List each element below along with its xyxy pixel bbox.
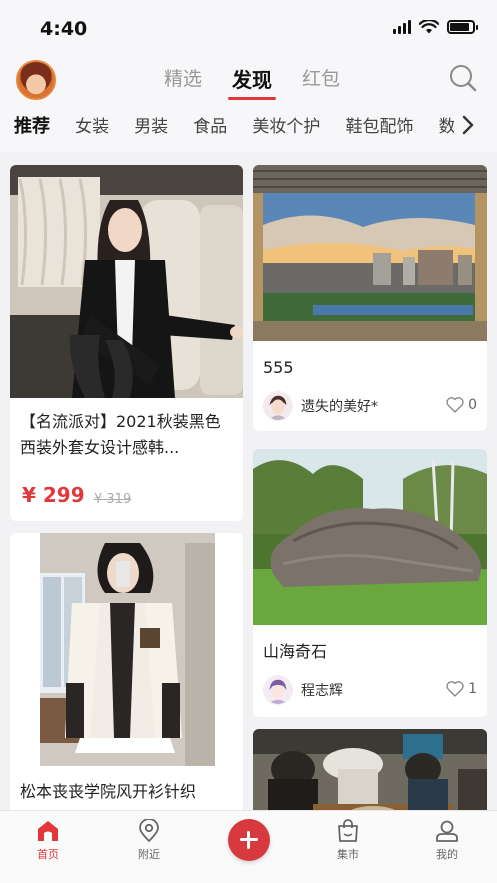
- post-author[interactable]: 遗失的美好*: [263, 391, 378, 421]
- nav-nearby[interactable]: 附近: [119, 819, 179, 862]
- search-icon[interactable]: [449, 64, 477, 92]
- category-row: 推荐 女装 男装 食品 美妆个护 鞋包配饰 数: [14, 112, 454, 142]
- post-title: 山海奇石: [263, 642, 328, 661]
- nav-home[interactable]: 首页: [18, 819, 78, 862]
- product-title: 【名流派对】2021秋装黑色西装外套女设计感韩...: [20, 412, 221, 457]
- status-time: 4:40: [40, 18, 88, 40]
- tab-discover[interactable]: 发现: [228, 64, 277, 100]
- publish-button[interactable]: [228, 819, 270, 861]
- nav-nearby-label: 附近: [138, 848, 160, 861]
- product-price: ¥ 299: [22, 483, 85, 507]
- restaurant-photo: [253, 729, 487, 810]
- author-name: 遗失的美好*: [301, 399, 378, 415]
- battery-icon: [447, 20, 478, 34]
- woman-black-blazer-photo: [10, 165, 243, 398]
- user-icon: [436, 820, 458, 842]
- post-card[interactable]: 山海奇石 程志辉 1: [253, 449, 487, 717]
- like-count: 0: [468, 397, 477, 413]
- feed: 【名流派对】2021秋装黑色西装外套女设计感韩... ¥ 299 ¥ 319 松…: [0, 152, 497, 810]
- category-beauty[interactable]: 美妆个护: [252, 112, 320, 137]
- location-icon: [139, 819, 159, 843]
- nav-market[interactable]: 集市: [318, 819, 378, 862]
- like-button[interactable]: 0: [446, 397, 477, 413]
- category-digital[interactable]: 数: [439, 112, 454, 137]
- city-view-photo: [253, 165, 487, 341]
- product-card[interactable]: 【名流派对】2021秋装黑色西装外套女设计感韩... ¥ 299 ¥ 319: [10, 165, 243, 521]
- top-tabs: 精选 发现 红包: [160, 64, 344, 100]
- bottom-nav: 首页 附近 集市 我的: [0, 810, 497, 883]
- heart-icon: [446, 397, 464, 413]
- category-men[interactable]: 男装: [134, 112, 168, 137]
- nav-market-label: 集市: [337, 848, 359, 861]
- post-title: 555: [263, 358, 294, 377]
- category-food[interactable]: 食品: [193, 112, 227, 137]
- nav-me[interactable]: 我的: [417, 819, 477, 862]
- nav-home-label: 首页: [37, 848, 59, 861]
- my-avatar[interactable]: [16, 60, 56, 100]
- like-count: 1: [468, 681, 477, 697]
- nav-me-label: 我的: [436, 848, 458, 861]
- wifi-icon: [419, 20, 439, 34]
- author-avatar: [263, 675, 293, 705]
- like-button[interactable]: 1: [446, 681, 477, 697]
- status-icons: [393, 20, 478, 34]
- signal-icon: [393, 20, 411, 34]
- home-icon: [38, 821, 58, 841]
- category-shoes-bags[interactable]: 鞋包配饰: [345, 112, 413, 137]
- status-bar: 4:40: [0, 0, 497, 56]
- category-women[interactable]: 女装: [75, 112, 109, 137]
- rock-garden-photo: [253, 449, 487, 625]
- category-recommend[interactable]: 推荐: [14, 112, 50, 138]
- woman-cardigan-selfie-photo: [10, 533, 243, 766]
- tab-red-packet[interactable]: 红包: [298, 64, 344, 100]
- post-card[interactable]: [253, 729, 487, 810]
- post-author[interactable]: 程志辉: [263, 675, 343, 705]
- battery-fill: [450, 23, 469, 31]
- tab-featured[interactable]: 精选: [160, 64, 206, 100]
- product-original-price: ¥ 319: [94, 492, 132, 507]
- heart-icon: [446, 681, 464, 697]
- post-card[interactable]: 555 遗失的美好* 0: [253, 165, 487, 431]
- header: 精选 发现 红包 推荐 女装 男装 食品 美妆个护 鞋包配饰 数: [0, 56, 497, 152]
- product-card[interactable]: 松本丧丧学院风开衫针织: [10, 533, 243, 810]
- shopping-bag-icon: [338, 819, 358, 842]
- product-title: 松本丧丧学院风开衫针织: [20, 782, 197, 801]
- author-name: 程志辉: [301, 683, 343, 699]
- chevron-right-icon[interactable]: [457, 114, 479, 136]
- author-avatar: [263, 391, 293, 421]
